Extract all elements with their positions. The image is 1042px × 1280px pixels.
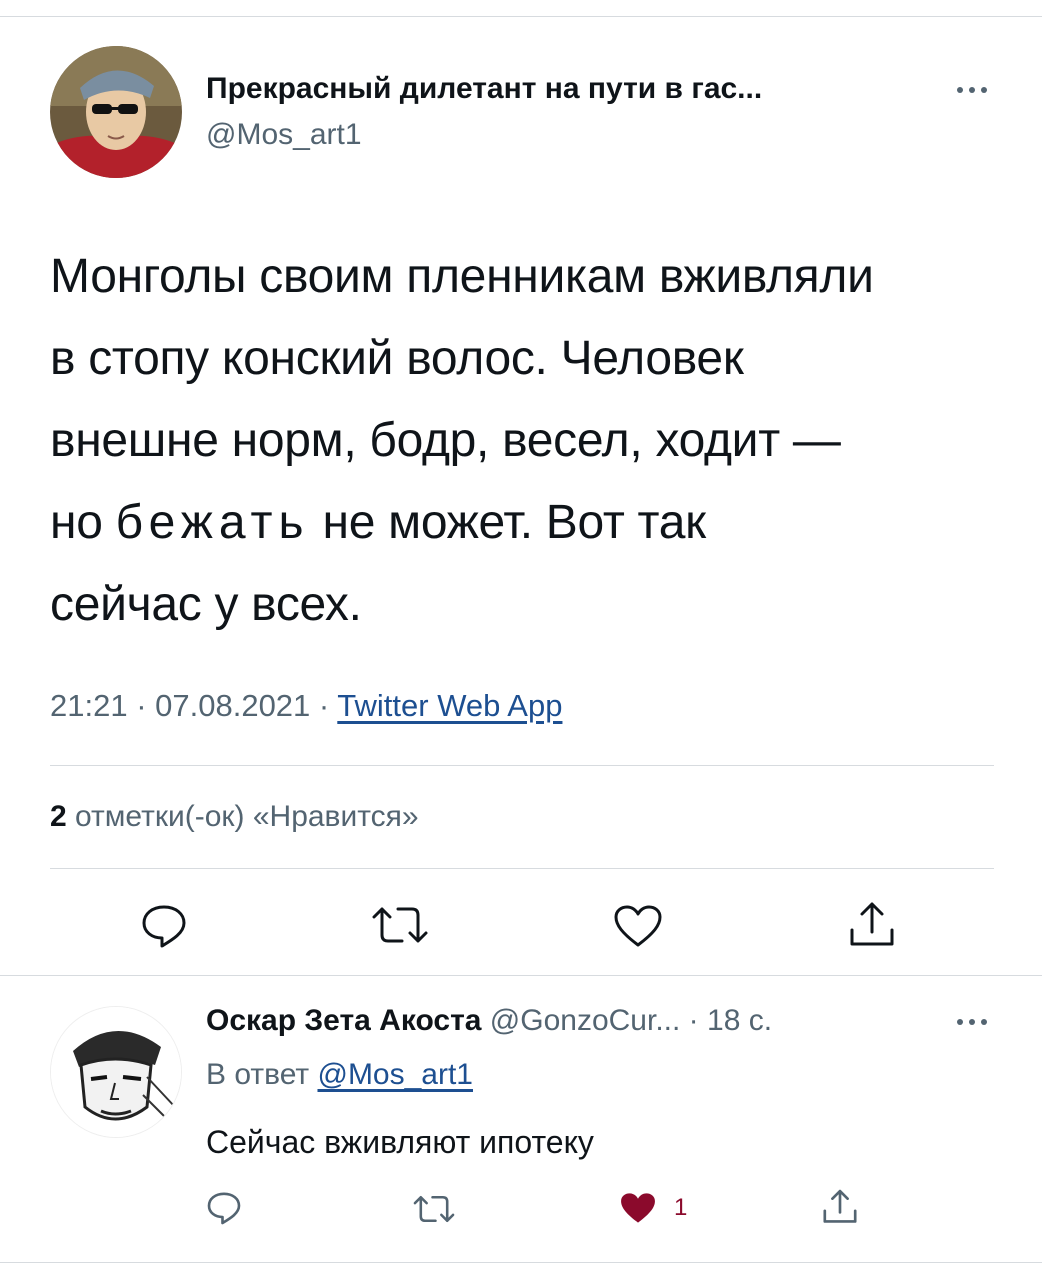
reply-icon xyxy=(142,905,186,948)
reply-share-button[interactable] xyxy=(820,1188,860,1226)
tweet-time: 21:21 xyxy=(50,688,128,723)
heart-icon xyxy=(614,905,662,947)
share-icon xyxy=(850,902,894,946)
reply-text: Сейчас вживляют ипотеку xyxy=(206,1124,594,1160)
reply-button[interactable] xyxy=(140,903,188,949)
reply-retweet-button[interactable] xyxy=(412,1192,456,1226)
reply-reply-button[interactable] xyxy=(206,1190,242,1226)
meta-separator: · xyxy=(127,688,156,723)
reply-like-count: 1 xyxy=(674,1194,688,1221)
share-button[interactable] xyxy=(846,900,898,950)
tweet-text-line: но бежать не может. Вот так xyxy=(50,482,1010,564)
tweet-text-line: Монголы своим пленникам вживляли xyxy=(50,250,874,303)
reply-to-label: В ответ xyxy=(206,1058,318,1091)
heart-icon xyxy=(621,1193,655,1223)
avatar-image xyxy=(50,46,182,178)
reply-to: В ответ @Mos_art1 xyxy=(206,1058,473,1092)
reply-author-handle[interactable]: @GonzoCur... xyxy=(490,1004,681,1037)
tweet-date: 07.08.2021 xyxy=(155,688,311,723)
tweet-text: Монголы своим пленникам вживляли в стопу… xyxy=(50,236,1010,646)
retweet-icon xyxy=(413,1195,455,1223)
tweet-text-line: внешне норм, бодр, весел, ходит — xyxy=(50,414,841,467)
divider xyxy=(0,1262,1042,1263)
retweet-button[interactable] xyxy=(370,903,430,947)
more-icon[interactable] xyxy=(952,1012,992,1032)
meta-separator: · xyxy=(310,688,338,723)
divider xyxy=(50,868,994,869)
retweet-icon xyxy=(372,907,428,943)
author-name[interactable]: Прекрасный дилетант на пути в гас... xyxy=(206,72,762,106)
tweet-meta: 21:21 · 07.08.2021 · Twitter Web App xyxy=(50,688,562,724)
reply-icon xyxy=(207,1192,241,1225)
reply-to-handle-link[interactable]: @Mos_art1 xyxy=(317,1058,473,1091)
top-divider xyxy=(0,16,1042,17)
reply-header: Оскар Зета Акоста @GonzoCur... · 18 с. xyxy=(206,1004,772,1038)
reply-time: · 18 с. xyxy=(680,1004,773,1037)
reply-author-name[interactable]: Оскар Зета Акоста xyxy=(206,1004,481,1037)
tweet-text-line: в стопу конский волос. Человек xyxy=(50,332,744,385)
divider xyxy=(50,765,994,766)
tweet-text-spaced: бежать xyxy=(115,496,310,549)
share-icon xyxy=(823,1189,857,1223)
divider xyxy=(0,975,1042,976)
reply-like-button[interactable]: 1 xyxy=(618,1190,687,1226)
tweet-source-link[interactable]: Twitter Web App xyxy=(337,688,562,723)
likes-count: 2 xyxy=(50,800,67,833)
reply-author-avatar[interactable] xyxy=(50,1006,182,1138)
more-icon[interactable] xyxy=(952,80,992,100)
likes-label: отметки(-ок) «Нравится» xyxy=(66,800,419,833)
author-avatar[interactable] xyxy=(50,46,182,178)
avatar-image xyxy=(51,1007,181,1137)
tweet-text-line: сейчас у всех. xyxy=(50,578,362,631)
likes-summary[interactable]: 2 отметки(-ок) «Нравится» xyxy=(50,800,419,834)
like-button[interactable] xyxy=(612,903,664,949)
tweet-text-fragment: но xyxy=(50,496,116,549)
tweet-text-fragment: не может. Вот так xyxy=(309,496,707,549)
author-handle[interactable]: @Mos_art1 xyxy=(206,118,362,152)
